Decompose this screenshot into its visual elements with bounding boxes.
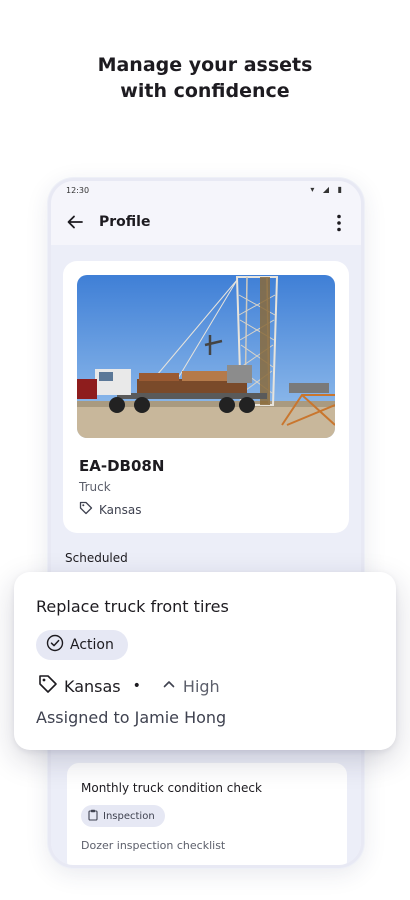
signal-icon: ◢ <box>322 185 333 194</box>
task-category-label: Action <box>70 637 114 653</box>
asset-photo <box>77 275 335 438</box>
task-assignee: Assigned to Jamie Hong <box>36 708 227 727</box>
check-circle-icon <box>46 634 64 656</box>
status-icons: ▾ ◢ ▮ <box>310 185 345 194</box>
asset-id: EA-DB08N <box>79 457 165 475</box>
meta-separator: • <box>132 678 141 694</box>
asset-location: Kansas <box>79 501 141 518</box>
tag-icon <box>79 501 93 518</box>
clipboard-icon <box>87 809 99 824</box>
asset-location-label: Kansas <box>99 502 142 517</box>
back-arrow-icon[interactable] <box>65 212 87 234</box>
task-checklist: Dozer inspection checklist <box>81 839 226 852</box>
task-category-label: Inspection <box>103 810 155 822</box>
featured-task-meta: Kansas • High <box>38 674 220 698</box>
task-category-chip: Action <box>36 630 128 660</box>
headline-line-2: with confidence <box>120 80 290 102</box>
featured-task-title: Replace truck front tires <box>36 597 229 616</box>
headline: Manage your assets with confidence <box>0 52 410 104</box>
status-bar: 12:30 ▾ ◢ ▮ <box>51 181 361 201</box>
scheduled-section-label: Scheduled <box>65 551 128 565</box>
tag-icon <box>38 674 58 698</box>
asset-type: Truck <box>79 480 111 494</box>
status-time: 12:30 <box>66 186 90 195</box>
phone-screen: 12:30 ▾ ◢ ▮ Profile EA-DB08N Truck Kansa… <box>51 181 361 865</box>
wifi-icon: ▾ <box>310 185 318 194</box>
featured-task-card[interactable]: Replace truck front tires Action Kansas … <box>14 572 396 750</box>
task-location: Kansas <box>64 676 121 696</box>
phone-frame: 12:30 ▾ ◢ ▮ Profile EA-DB08N Truck Kansa… <box>48 178 364 868</box>
task-card-monthly-check[interactable]: Monthly truck condition check Inspection… <box>67 763 347 865</box>
asset-card[interactable]: EA-DB08N Truck Kansas <box>63 261 349 533</box>
chevron-up-icon <box>161 676 177 696</box>
battery-icon: ▮ <box>337 185 345 194</box>
task-title: Monthly truck condition check <box>81 781 262 795</box>
page-title: Profile <box>99 214 151 230</box>
task-priority: High <box>182 676 220 696</box>
headline-line-1: Manage your assets <box>97 54 313 76</box>
more-vert-icon[interactable] <box>327 211 351 235</box>
app-bar: Profile <box>51 201 361 245</box>
task-category-chip: Inspection <box>81 805 165 827</box>
